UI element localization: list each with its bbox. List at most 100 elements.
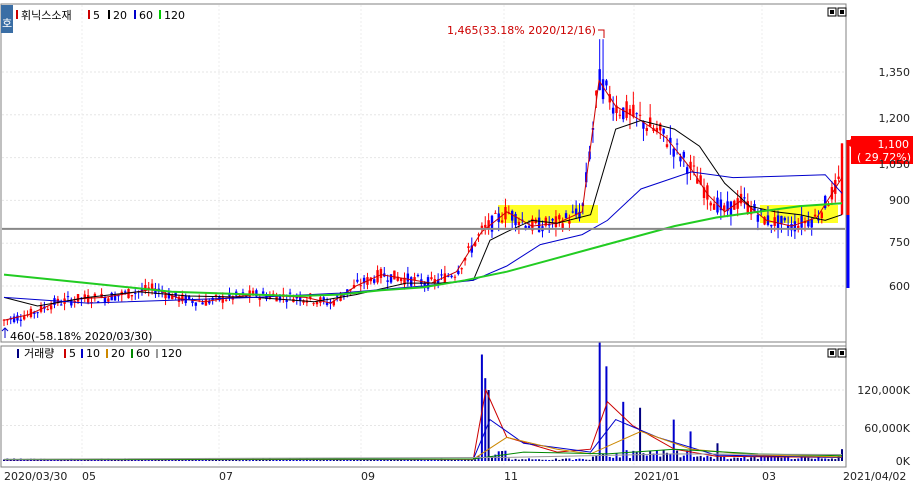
candle-body bbox=[551, 218, 554, 221]
volume-bar bbox=[676, 450, 679, 461]
candle-body bbox=[709, 202, 712, 206]
volume-bar bbox=[511, 459, 514, 461]
candle-body bbox=[53, 298, 56, 305]
volume-bar bbox=[578, 458, 581, 461]
legend-swatch bbox=[81, 349, 83, 358]
legend-title[interactable]: 휘닉스소재 bbox=[21, 9, 72, 22]
volume-bar bbox=[615, 453, 618, 461]
candle-body bbox=[672, 148, 675, 157]
volume-bar bbox=[841, 449, 843, 461]
candle-body bbox=[214, 294, 218, 296]
x-tick: 07 bbox=[219, 470, 233, 483]
candle-body bbox=[373, 279, 376, 283]
candle-body bbox=[164, 294, 167, 299]
candle-body bbox=[93, 293, 97, 297]
volume-legend-ma5[interactable]: 5 bbox=[69, 347, 76, 360]
volume-bar bbox=[780, 457, 783, 461]
candle-body bbox=[453, 276, 457, 278]
volume-bar bbox=[830, 458, 833, 461]
volume-bar bbox=[733, 457, 736, 461]
minimize-box-inner bbox=[830, 351, 834, 355]
candle-body bbox=[813, 214, 817, 217]
volume-bar bbox=[524, 459, 527, 461]
volume-bar bbox=[248, 460, 251, 462]
candle-body bbox=[315, 301, 319, 305]
volume-legend-ma20[interactable]: 20 bbox=[111, 347, 125, 360]
candle-body bbox=[712, 203, 716, 210]
price-tick: 900 bbox=[889, 194, 910, 207]
candle-body bbox=[123, 291, 127, 293]
candle-body bbox=[379, 268, 383, 278]
candle-body bbox=[568, 221, 571, 224]
volume-bar bbox=[628, 458, 631, 461]
candle-body bbox=[285, 300, 288, 302]
volume-bar bbox=[554, 458, 557, 461]
volume-bar bbox=[797, 458, 800, 461]
candle-body bbox=[386, 280, 389, 282]
legend-ma60[interactable]: 60 bbox=[139, 9, 153, 22]
volume-bar bbox=[723, 456, 726, 461]
legend-swatch bbox=[108, 10, 110, 19]
candle-body bbox=[107, 298, 110, 302]
candle-body bbox=[76, 294, 80, 302]
candle-body bbox=[443, 273, 447, 283]
volume-bar bbox=[790, 459, 793, 461]
candle-body bbox=[430, 277, 433, 280]
legend-ma5[interactable]: 5 bbox=[93, 9, 100, 22]
candle-body bbox=[393, 270, 396, 280]
volume-bar bbox=[531, 459, 534, 461]
volume-bar bbox=[729, 458, 732, 461]
legend-ma120[interactable]: 120 bbox=[164, 9, 185, 22]
candle-body bbox=[618, 114, 622, 116]
volume-bar bbox=[238, 460, 241, 462]
volume-bar bbox=[746, 459, 749, 461]
volume-bar bbox=[635, 451, 638, 461]
candle-body bbox=[756, 214, 760, 222]
volume-bar bbox=[565, 458, 568, 461]
volume-bar bbox=[672, 419, 675, 461]
candle-body bbox=[514, 213, 517, 226]
candle-body bbox=[783, 217, 786, 221]
candle-body bbox=[622, 107, 625, 120]
volume-bar bbox=[534, 459, 537, 461]
volume-bar bbox=[591, 456, 594, 461]
volume-legend-ma60[interactable]: 60 bbox=[136, 347, 150, 360]
volume-bar bbox=[692, 456, 695, 461]
volume-bar bbox=[719, 456, 722, 461]
volume-bar bbox=[682, 455, 685, 461]
volume-bar bbox=[265, 459, 268, 461]
close-box-inner bbox=[840, 351, 844, 355]
volume-bar bbox=[241, 460, 244, 462]
candle-body bbox=[605, 80, 608, 86]
volume-legend-title[interactable]: 거래량 bbox=[24, 347, 54, 360]
volume-bar bbox=[369, 460, 372, 462]
high-annotation: 1,465(33.18% 2020/12/16) bbox=[447, 24, 596, 37]
volume-bar bbox=[639, 407, 642, 461]
volume-bar bbox=[544, 459, 547, 461]
candle-body bbox=[440, 274, 443, 276]
volume-legend-ma120[interactable]: 120 bbox=[161, 347, 182, 360]
volume-bar bbox=[585, 459, 588, 461]
close-box-inner bbox=[840, 10, 844, 14]
ho-badge-label: 호 bbox=[2, 17, 12, 30]
volume-bar bbox=[501, 451, 504, 461]
price-tick: 1,200 bbox=[879, 112, 911, 125]
candle-body bbox=[494, 212, 497, 214]
volume-bar bbox=[824, 458, 827, 461]
volume-bar bbox=[753, 456, 756, 461]
candle-body bbox=[66, 296, 70, 298]
candle-body bbox=[527, 226, 531, 229]
volume-tick: 120,000K bbox=[857, 384, 910, 397]
candle-body bbox=[359, 285, 362, 287]
candle-body bbox=[130, 295, 134, 297]
volume-bar bbox=[342, 459, 345, 461]
volume-bar bbox=[379, 459, 382, 461]
volume-bar bbox=[736, 457, 739, 461]
volume-bar bbox=[309, 459, 312, 461]
legend-ma20[interactable]: 20 bbox=[113, 9, 127, 22]
candle-body bbox=[201, 302, 204, 305]
volume-bar bbox=[743, 456, 746, 461]
candle-body bbox=[561, 223, 564, 229]
volume-bar bbox=[793, 458, 796, 461]
volume-legend-ma10[interactable]: 10 bbox=[86, 347, 100, 360]
